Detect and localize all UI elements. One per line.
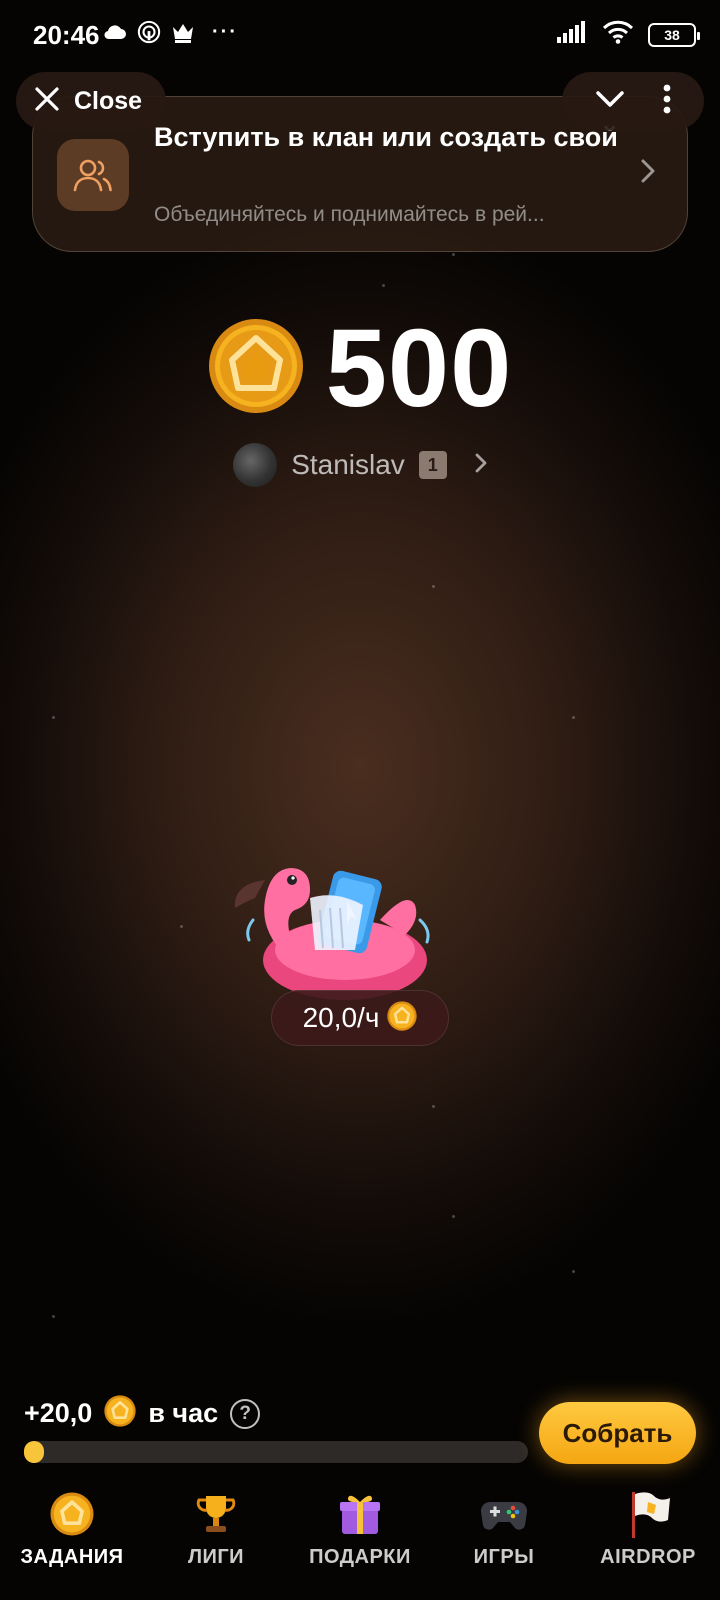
coin-icon	[104, 1395, 136, 1432]
more-notifications-icon: ···	[212, 20, 238, 43]
nav-label: ПОДАРКИ	[309, 1546, 411, 1568]
nav-games[interactable]: ИГРЫ	[432, 1485, 576, 1600]
close-button[interactable]: Close	[16, 72, 166, 130]
nav-tasks[interactable]: ЗАДАНИЯ	[0, 1485, 144, 1600]
chevron-right-icon	[641, 159, 655, 188]
coin-icon	[387, 1000, 418, 1036]
clan-subtitle: Объединяйтесь и поднимайтесь в рей...	[154, 203, 545, 226]
help-icon[interactable]: ?	[230, 1398, 261, 1429]
nav-airdrop[interactable]: AIRDROP	[576, 1485, 720, 1600]
nav-leagues[interactable]: ЛИГИ	[144, 1485, 288, 1600]
balance-value: 500	[325, 306, 513, 430]
clan-title: Вступить в клан или создать свой	[154, 122, 618, 152]
earning-rate: 20,0/ч	[302, 1002, 380, 1033]
income-value: +20,0	[24, 1398, 93, 1428]
user-name: Stanislav	[291, 449, 405, 480]
chevron-right-icon	[475, 453, 487, 478]
coin-icon	[208, 318, 304, 419]
signal-icon	[556, 21, 588, 48]
nav-label: AIRDROP	[600, 1546, 696, 1568]
nav-gifts[interactable]: ПОДАРКИ	[288, 1485, 432, 1600]
progress-fill	[24, 1441, 45, 1463]
level-badge: 1	[418, 451, 447, 479]
close-icon	[34, 86, 60, 117]
crown-icon	[171, 20, 195, 44]
income-unit: в час	[148, 1398, 219, 1428]
cloud-icon	[103, 20, 127, 44]
close-label: Close	[74, 86, 143, 115]
income-progress-bar	[24, 1441, 528, 1463]
collect-button[interactable]: Собрать	[539, 1402, 696, 1464]
bottom-nav: ЗАДАНИЯ ЛИГИ ПОДАРКИ ИГРЫ AIRDROP	[0, 1485, 720, 1600]
wifi-icon	[602, 20, 634, 49]
header-menu	[562, 72, 704, 130]
status-time: 20:46	[33, 20, 100, 50]
user-profile-link[interactable]: Stanislav 1	[0, 443, 720, 487]
flamingo-float-illustration[interactable]	[225, 850, 445, 1000]
more-vertical-icon[interactable]	[662, 84, 672, 119]
coin-icon	[48, 1490, 96, 1538]
balance: 500	[0, 306, 720, 430]
status-bar: 20:46 ··· 38	[0, 0, 720, 66]
trophy-icon	[192, 1490, 240, 1538]
battery-icon: 38	[648, 22, 700, 47]
podcast-icon	[137, 20, 161, 44]
income-per-hour: +20,0 в час ?	[24, 1395, 261, 1432]
nav-label: ЛИГИ	[187, 1546, 245, 1568]
nav-label: ИГРЫ	[473, 1546, 535, 1568]
avatar	[233, 443, 278, 487]
gift-icon	[336, 1490, 384, 1538]
flag-icon	[624, 1490, 672, 1538]
nav-label: ЗАДАНИЯ	[20, 1546, 124, 1568]
users-icon	[57, 139, 129, 211]
earning-rate-badge: 20,0/ч	[271, 990, 449, 1046]
chevron-down-icon[interactable]	[595, 89, 625, 114]
gamepad-icon	[480, 1490, 528, 1538]
